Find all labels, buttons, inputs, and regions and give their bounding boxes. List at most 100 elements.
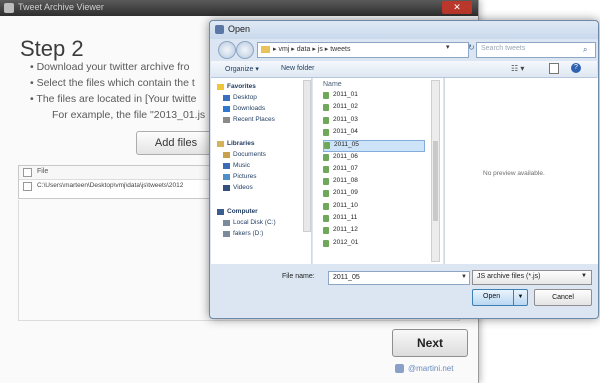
- file-list-item[interactable]: 2011_06: [323, 153, 423, 163]
- file-list-item[interactable]: 2011_12: [323, 226, 423, 236]
- row-checkbox[interactable]: [23, 182, 32, 191]
- footer-credit[interactable]: @martini.net: [408, 364, 453, 373]
- nav-videos[interactable]: Videos: [233, 184, 253, 191]
- organize-menu[interactable]: Organize ▾: [225, 65, 259, 73]
- file-name: 2011_04: [333, 127, 358, 135]
- file-list-item[interactable]: 2011_09: [323, 189, 423, 199]
- instruction-line: For example, the file "2013_01.js: [52, 109, 206, 121]
- nav-downloads[interactable]: Downloads: [233, 105, 265, 112]
- videos-icon: [223, 185, 230, 191]
- chevron-down-icon[interactable]: ▼: [513, 290, 527, 305]
- add-files-button[interactable]: Add files: [136, 131, 216, 155]
- nav-favorites[interactable]: Favorites: [227, 83, 256, 90]
- search-icon[interactable]: ⌕: [583, 45, 587, 55]
- forward-icon[interactable]: [236, 41, 254, 59]
- file-path: C:\Users\marteen\Desktop\vmj\data\js\twe…: [37, 182, 184, 189]
- chevron-down-icon[interactable]: ▼: [461, 274, 467, 280]
- chevron-down-icon: ▼: [581, 273, 587, 279]
- command-bar: Organize ▾ New folder ☷ ▾ ?: [211, 61, 597, 78]
- app-icon: [4, 3, 14, 13]
- nav-pictures[interactable]: Pictures: [233, 173, 256, 180]
- file-list-item[interactable]: 2011_01: [323, 91, 423, 101]
- file-list-item[interactable]: 2011_05: [323, 140, 425, 153]
- js-file-icon: [323, 104, 329, 112]
- js-file-icon: [323, 153, 329, 161]
- file-name: 2011_02: [333, 103, 358, 111]
- brand-icon: [395, 364, 404, 373]
- file-name: 2011_08: [333, 177, 358, 185]
- file-name: 2011_11: [333, 214, 358, 221]
- column-name[interactable]: Name: [323, 81, 342, 88]
- help-icon[interactable]: ?: [571, 63, 581, 73]
- file-list: Name 2011_01 2011_02 2011_03 2011_04 2011_05…: [313, 78, 443, 264]
- nav-local-disk[interactable]: Local Disk (C:): [233, 219, 276, 226]
- wizard-titlebar: Tweet Archive Viewer ✕: [0, 0, 478, 16]
- nav-desktop[interactable]: Desktop: [233, 94, 257, 101]
- nav-documents[interactable]: Documents: [233, 151, 266, 158]
- no-preview-text: No preview available.: [483, 170, 545, 177]
- js-file-icon: [323, 190, 329, 198]
- file-list-item[interactable]: 2011_03: [323, 116, 423, 126]
- desktop-icon: [223, 95, 230, 101]
- chevron-down-icon[interactable]: ▾: [446, 43, 456, 55]
- js-file-icon: [324, 142, 330, 150]
- instruction-line: • Select the files which contain the t: [30, 77, 195, 89]
- js-file-icon: [323, 92, 329, 99]
- file-name: 2011_07: [333, 164, 358, 172]
- js-file-icon: [323, 227, 329, 235]
- open-button[interactable]: Open ▼: [472, 289, 528, 306]
- filename-input[interactable]: 2011_05 ▼: [328, 271, 470, 285]
- address-bar[interactable]: ▸ vmj ▸ data ▸ js ▸ tweets: [257, 42, 469, 58]
- drive-icon: [223, 231, 230, 237]
- file-list-item[interactable]: 2011_04: [323, 128, 423, 138]
- select-all-checkbox[interactable]: [23, 168, 32, 177]
- dialog-icon: [215, 25, 224, 34]
- computer-icon: [217, 209, 224, 215]
- nav-computer[interactable]: Computer: [227, 208, 258, 215]
- back-icon[interactable]: [218, 41, 236, 59]
- navigation-pane: Favorites Desktop Downloads Recent Place…: [211, 78, 312, 264]
- next-button[interactable]: Next: [392, 329, 468, 357]
- libraries-icon: [217, 141, 224, 147]
- file-list-item[interactable]: 2011_11: [323, 214, 423, 224]
- file-type-select[interactable]: JS archive files (*.js) ▼: [472, 270, 592, 285]
- instruction-line: • The files are located in [Your twitte: [30, 93, 197, 105]
- file-list-item[interactable]: 2012_01: [323, 239, 423, 249]
- search-input[interactable]: Search tweets ⌕: [476, 42, 596, 58]
- wizard-title: Tweet Archive Viewer: [18, 2, 104, 12]
- nav-libraries[interactable]: Libraries: [227, 140, 254, 147]
- file-name: 2011_05: [334, 141, 359, 149]
- close-icon[interactable]: ✕: [442, 1, 472, 14]
- views-icon[interactable]: ☷ ▾: [511, 64, 524, 73]
- scrollbar-thumb[interactable]: [433, 141, 438, 221]
- file-name: 2011_09: [333, 189, 358, 197]
- nav-drive-d[interactable]: fakers (D:): [233, 230, 263, 237]
- address-path: ▸ vmj ▸ data ▸ js ▸ tweets: [273, 46, 351, 53]
- file-list-item[interactable]: 2011_07: [323, 165, 423, 175]
- pictures-icon: [223, 174, 230, 180]
- js-file-icon: [323, 215, 329, 222]
- preview-pane-icon[interactable]: [549, 63, 559, 74]
- file-list-item[interactable]: 2011_08: [323, 177, 423, 187]
- file-name: 2011_06: [333, 152, 358, 160]
- table-row[interactable]: C:\Users\marteen\Desktop\vmj\data\js\twe…: [19, 180, 239, 193]
- file-list-item[interactable]: 2011_10: [323, 202, 423, 212]
- open-dialog: Open ▸ vmj ▸ data ▸ js ▸ tweets ▾ ↻ Sear…: [209, 20, 599, 319]
- downloads-icon: [223, 106, 230, 112]
- js-file-icon: [323, 178, 329, 186]
- js-file-icon: [323, 128, 329, 136]
- documents-icon: [223, 152, 230, 158]
- file-list-scrollbar[interactable]: [431, 80, 440, 262]
- filename-label: File name:: [282, 273, 315, 280]
- nav-recent-places[interactable]: Recent Places: [233, 116, 275, 123]
- cancel-button[interactable]: Cancel: [534, 289, 592, 306]
- file-list-item[interactable]: 2011_02: [323, 103, 423, 113]
- nav-music[interactable]: Music: [233, 162, 250, 169]
- new-folder-button[interactable]: New folder: [281, 65, 314, 72]
- file-name: 2011_10: [333, 201, 358, 209]
- search-placeholder: Search tweets: [481, 45, 526, 52]
- preview-pane: No preview available.: [444, 78, 598, 264]
- instruction-line: • Download your twitter archive fro: [30, 61, 190, 73]
- nav-scrollbar[interactable]: [303, 80, 311, 232]
- js-file-icon: [323, 239, 329, 247]
